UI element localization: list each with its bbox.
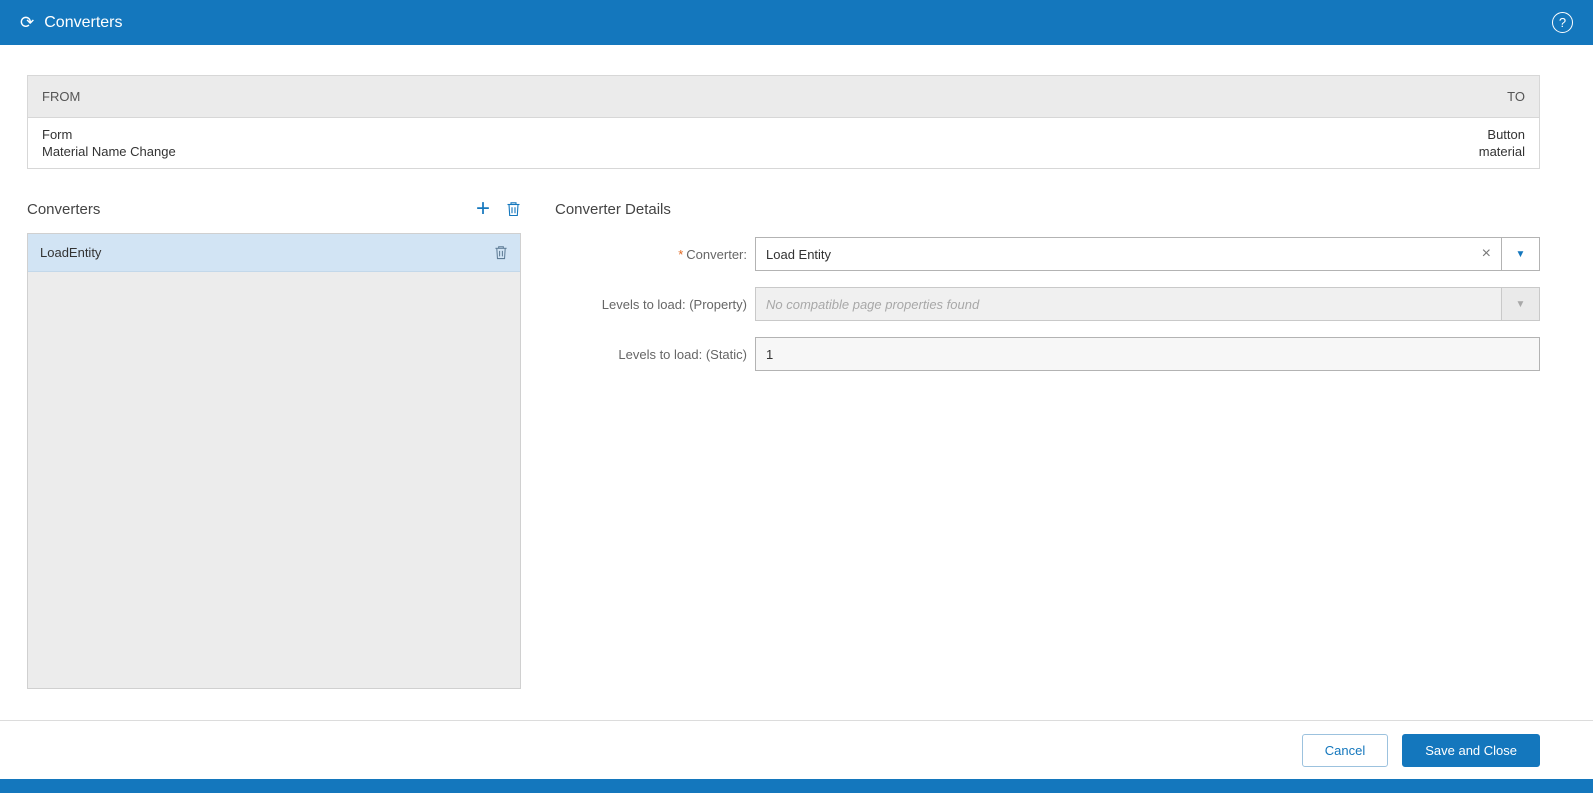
- levels-property-combobox: ▼: [755, 287, 1540, 321]
- levels-static-input[interactable]: [755, 337, 1540, 371]
- field-row-converter: *Converter: × ▼: [555, 237, 1540, 271]
- converter-icon: ⟳: [20, 13, 35, 32]
- field-label-levels-static: Levels to load: (Static): [618, 346, 747, 362]
- footer-bar: Cancel Save and Close: [0, 720, 1593, 779]
- required-asterisk: *: [678, 246, 684, 262]
- converter-details-title: Converter Details: [555, 200, 671, 218]
- cancel-button[interactable]: Cancel: [1301, 733, 1389, 767]
- field-label-converter: * Converter:: [678, 246, 747, 262]
- to-name: material: [1478, 144, 1525, 159]
- column-header-to: TO: [1507, 89, 1525, 104]
- from-cell: Form Material Name Change: [42, 126, 176, 160]
- from-name: Material Name Change: [42, 144, 176, 159]
- content-area: FROM TO Form Material Name Change Button…: [0, 45, 1593, 720]
- converters-panel-title: Converters: [27, 200, 101, 218]
- levels-static-control: [755, 337, 1540, 371]
- levels-property-input: [756, 288, 1501, 320]
- converter-combobox[interactable]: × ▼: [755, 237, 1540, 271]
- top-bar: ⟳ Converters ?: [0, 0, 1593, 45]
- main-panels: Converters + LoadEntity Converter Detail…: [27, 195, 1540, 689]
- page-title: Converters: [44, 13, 123, 31]
- plus-icon: +: [475, 195, 490, 222]
- list-item-label: LoadEntity: [40, 245, 102, 260]
- field-label-levels-property: Levels to load: (Property): [601, 296, 747, 312]
- dropdown-caret-icon: ▼: [1501, 288, 1539, 320]
- converter-control: × ▼: [755, 237, 1540, 271]
- to-cell: Button material: [1479, 126, 1525, 160]
- clear-icon[interactable]: ×: [1472, 238, 1501, 270]
- delete-converter-button[interactable]: [506, 201, 521, 217]
- from-type: Form: [42, 127, 73, 142]
- converters-panel: Converters + LoadEntity: [27, 195, 521, 689]
- converter-details-panel: Converter Details *Converter: × ▼ Levels…: [521, 195, 1540, 689]
- list-item[interactable]: LoadEntity: [28, 234, 520, 272]
- converter-input[interactable]: [756, 238, 1472, 270]
- field-row-levels-property: Levels to load: (Property) ▼: [555, 287, 1540, 321]
- from-to-table: FROM TO Form Material Name Change Button…: [27, 75, 1540, 169]
- trash-icon: [506, 201, 521, 217]
- bottom-accent-bar: [0, 779, 1593, 793]
- converters-list[interactable]: LoadEntity: [27, 233, 521, 689]
- table-header-row: FROM TO: [28, 76, 1539, 118]
- converters-panel-header: Converters +: [27, 195, 521, 223]
- help-icon[interactable]: ?: [1552, 12, 1573, 33]
- save-and-close-button[interactable]: Save and Close: [1402, 733, 1540, 767]
- trash-icon[interactable]: [494, 245, 508, 260]
- levels-property-control: ▼: [755, 287, 1540, 321]
- add-converter-button[interactable]: +: [475, 195, 490, 222]
- column-header-from: FROM: [42, 89, 81, 104]
- table-row[interactable]: Form Material Name Change Button materia…: [28, 118, 1539, 168]
- field-row-levels-static: Levels to load: (Static): [555, 337, 1540, 371]
- to-type: Button: [1487, 127, 1525, 142]
- dropdown-caret-icon[interactable]: ▼: [1501, 238, 1539, 270]
